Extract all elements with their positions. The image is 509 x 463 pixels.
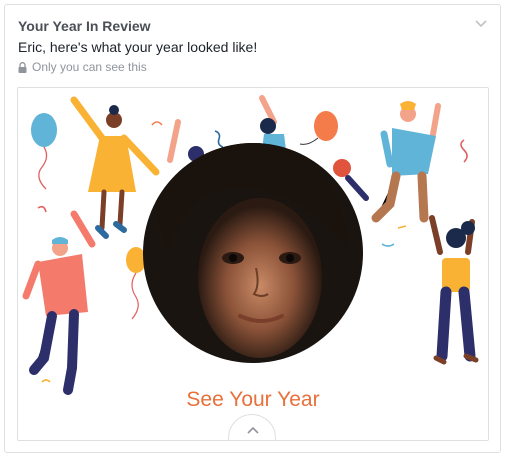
dancer-blue-shirt <box>371 101 441 223</box>
post-subtitle: Eric, here's what your year looked like! <box>18 39 258 55</box>
balloon-orange <box>299 111 338 145</box>
privacy-row: Only you can see this <box>18 60 147 74</box>
year-in-review-card: Your Year In Review Eric, here's what yo… <box>4 4 501 453</box>
privacy-label: Only you can see this <box>32 60 147 74</box>
post-title[interactable]: Your Year In Review <box>18 18 151 34</box>
balloon-yellow <box>126 247 146 320</box>
balloon-blue <box>31 113 57 190</box>
chevron-down-icon[interactable] <box>474 19 488 29</box>
dancer-yellow-top <box>429 215 479 365</box>
chevron-up-icon <box>247 426 259 434</box>
dancer-coral-shirt <box>22 210 96 395</box>
year-review-media[interactable]: See Your Year <box>17 87 489 441</box>
lock-icon <box>18 61 27 73</box>
see-your-year-link[interactable]: See Your Year <box>18 388 488 412</box>
dancer-yellow-dress <box>70 96 160 239</box>
